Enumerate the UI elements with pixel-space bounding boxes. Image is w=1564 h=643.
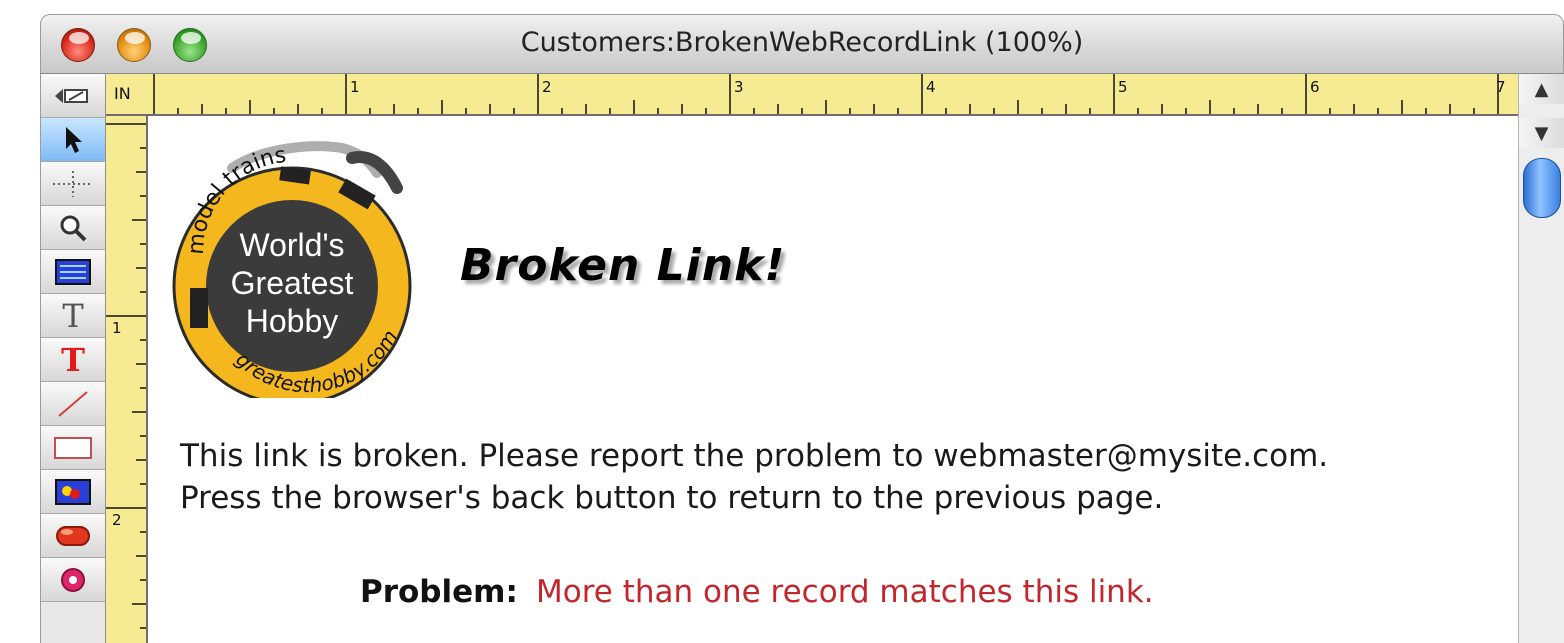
pointer-tool-icon[interactable] — [41, 118, 105, 162]
ruler-number: 1 — [112, 319, 122, 337]
text-tool-icon[interactable]: T — [41, 294, 105, 338]
ruler-number: 2 — [542, 78, 552, 96]
logo-image: model trains greatesthobby.com World's G… — [172, 141, 412, 398]
logo-line3: Hobby — [246, 303, 339, 339]
ruler-number: 4 — [926, 78, 936, 96]
ruler-number: 7 — [1496, 78, 1506, 96]
logo-line1: World's — [239, 227, 344, 263]
message-line-2: Press the browser's back button to retur… — [180, 480, 1164, 516]
rectangle-tool-icon[interactable] — [41, 426, 105, 470]
scroll-up-arrow-icon[interactable]: ▲ — [1519, 74, 1564, 104]
logo-line2: Greatest — [231, 265, 354, 301]
window-title: Customers:BrokenWebRecordLink (100%) — [520, 27, 1084, 58]
page-heading: Broken Link! — [460, 240, 786, 291]
picture-tool-icon[interactable] — [41, 470, 105, 514]
vertical-scrollbar[interactable]: ▲ ▼ — [1518, 74, 1564, 643]
layout-window: Customers:BrokenWebRecordLink (100%) T T — [0, 0, 1564, 643]
title-bar[interactable]: Customers:BrokenWebRecordLink (100%) — [40, 14, 1564, 74]
svg-text:T: T — [61, 343, 85, 377]
message-line-1: This link is broken. Please report the p… — [180, 438, 1329, 474]
scroll-down-arrow-icon[interactable]: ▼ — [1519, 118, 1564, 148]
line-tool-icon[interactable] — [41, 382, 105, 426]
problem-text: More than one record matches this link. — [536, 574, 1154, 610]
tool-palette: T T — [40, 74, 106, 643]
problem-label: Problem: — [360, 574, 518, 610]
vertical-ruler: 1 2 — [106, 116, 148, 643]
magnify-tool-icon[interactable] — [41, 206, 105, 250]
ruler-number: 1 — [350, 78, 360, 96]
ruler-number: 2 — [112, 511, 122, 529]
ruler-number: 3 — [734, 78, 744, 96]
horizontal-ruler: IN 1 2 3 4 5 6 7 — [106, 74, 1518, 116]
palette-toggle-icon[interactable] — [41, 74, 105, 118]
guide-tool-icon[interactable] — [41, 162, 105, 206]
formula-text-tool-icon[interactable]: T — [41, 338, 105, 382]
svg-text:T: T — [62, 299, 84, 333]
data-cell-tool-icon[interactable] — [41, 250, 105, 294]
vertical-ruler-ticks — [106, 123, 146, 629]
scroll-thumb[interactable] — [1523, 158, 1561, 218]
button-tool-icon[interactable] — [41, 514, 105, 558]
form-canvas: model trains greatesthobby.com World's G… — [148, 116, 1518, 643]
ruler-number: 5 — [1118, 78, 1128, 96]
horizontal-ruler-ticks — [153, 74, 1499, 114]
ruler-number: 6 — [1310, 78, 1320, 96]
radio-button-tool-icon[interactable] — [41, 558, 105, 602]
